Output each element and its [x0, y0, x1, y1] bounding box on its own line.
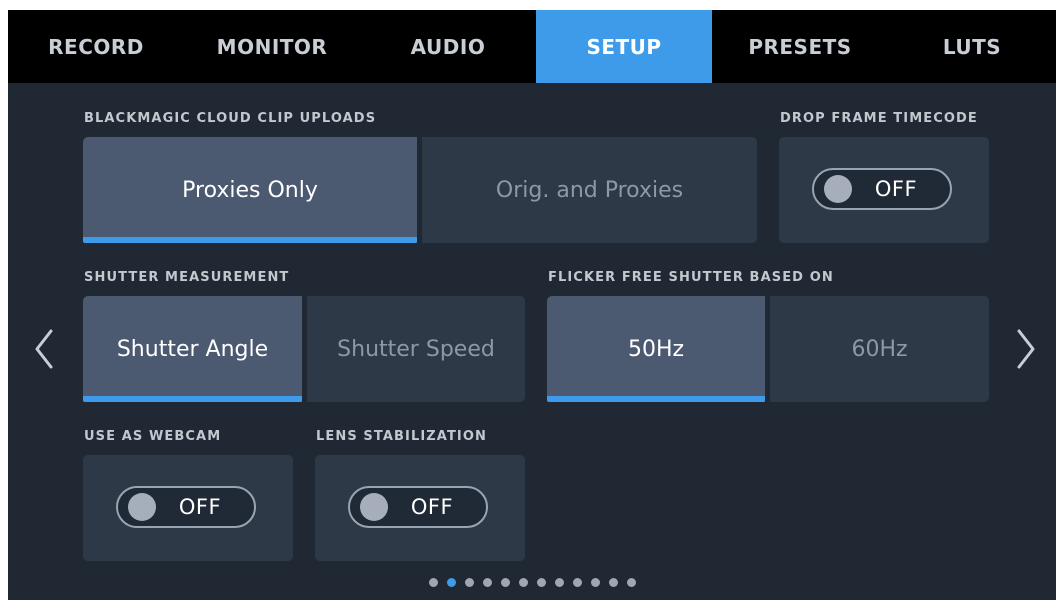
flicker-60hz-button[interactable]: 60Hz [770, 296, 989, 402]
page-dot[interactable] [608, 578, 618, 587]
tab-bar: RECORD MONITOR AUDIO SETUP PRESETS LUTS [8, 10, 1056, 83]
chevron-right-icon [1017, 329, 1035, 369]
next-page-button[interactable] [1010, 321, 1042, 377]
lens-stabilization-card: OFF [315, 455, 525, 561]
tab-setup[interactable]: SETUP [536, 10, 712, 83]
page-dot[interactable] [626, 578, 636, 587]
toggle-state: OFF [410, 495, 454, 519]
use-as-webcam-toggle[interactable]: OFF [116, 486, 256, 528]
toggle-state: OFF [178, 495, 222, 519]
previous-page-button[interactable] [28, 321, 60, 377]
drop-frame-timecode-card: OFF [779, 137, 989, 243]
lens-stabilization-label: LENS STABILIZATION [316, 429, 487, 444]
tab-audio[interactable]: AUDIO [360, 10, 536, 83]
use-as-webcam-card: OFF [83, 455, 293, 561]
tab-record[interactable]: RECORD [8, 10, 184, 83]
setup-screen: RECORD MONITOR AUDIO SETUP PRESETS LUTS … [8, 10, 1056, 600]
toggle-knob [128, 493, 156, 521]
shutter-measurement-label: SHUTTER MEASUREMENT [84, 270, 290, 285]
use-as-webcam-label: USE AS WEBCAM [84, 429, 222, 444]
lens-stabilization-toggle[interactable]: OFF [348, 486, 488, 528]
drop-frame-timecode-label: DROP FRAME TIMECODE [780, 111, 978, 126]
page-dot[interactable] [428, 578, 438, 587]
proxies-only-button[interactable]: Proxies Only [83, 137, 417, 243]
page-dot[interactable] [536, 578, 546, 587]
page-dot[interactable] [590, 578, 600, 587]
page-dot[interactable] [500, 578, 510, 587]
page-dot[interactable] [518, 578, 528, 587]
shutter-speed-button[interactable]: Shutter Speed [307, 296, 525, 402]
shutter-angle-button[interactable]: Shutter Angle [83, 296, 302, 402]
page-dot[interactable] [572, 578, 582, 587]
toggle-state: OFF [874, 177, 918, 201]
cloud-uploads-label: BLACKMAGIC CLOUD CLIP UPLOADS [84, 111, 377, 126]
orig-and-proxies-button[interactable]: Orig. and Proxies [422, 137, 757, 243]
page-dot[interactable] [554, 578, 564, 587]
page-dot[interactable] [464, 578, 474, 587]
tab-presets[interactable]: PRESETS [712, 10, 888, 83]
flicker-50hz-button[interactable]: 50Hz [547, 296, 765, 402]
toggle-knob [824, 175, 852, 203]
tab-luts[interactable]: LUTS [888, 10, 1056, 83]
tab-monitor[interactable]: MONITOR [184, 10, 360, 83]
page-dot[interactable] [446, 578, 456, 587]
drop-frame-timecode-toggle[interactable]: OFF [812, 168, 952, 210]
flicker-free-label: FLICKER FREE SHUTTER BASED ON [548, 270, 834, 285]
page-dot[interactable] [482, 578, 492, 587]
chevron-left-icon [35, 329, 53, 369]
toggle-knob [360, 493, 388, 521]
page-indicator [8, 578, 1056, 587]
